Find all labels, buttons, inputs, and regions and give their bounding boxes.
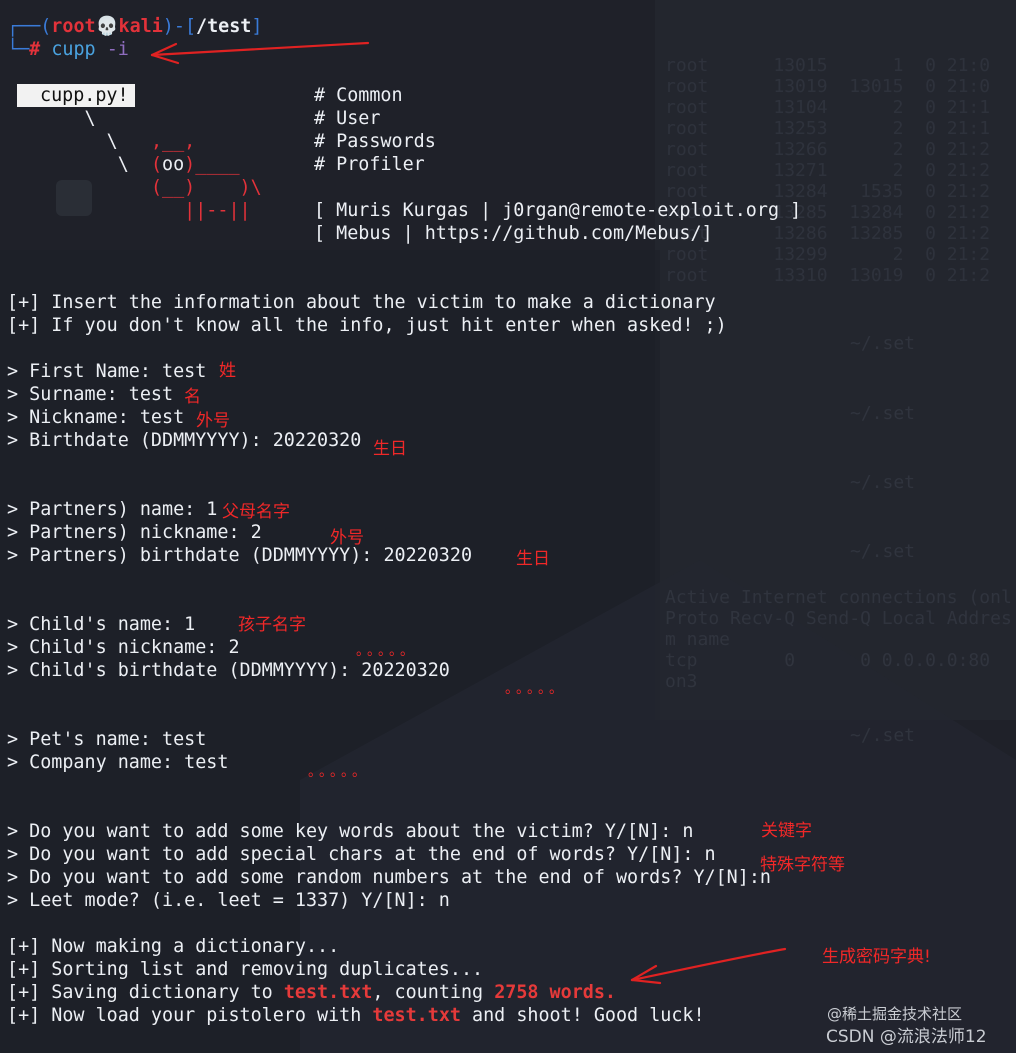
watermark-csdn: CSDN @流浪法师12 <box>826 1027 987 1047</box>
arrow-to-command <box>150 41 370 65</box>
arrow-to-result <box>630 947 787 985</box>
annotation-arrows <box>150 41 787 985</box>
watermark-juejin: @稀土掘金技术社区 <box>827 1005 963 1023</box>
